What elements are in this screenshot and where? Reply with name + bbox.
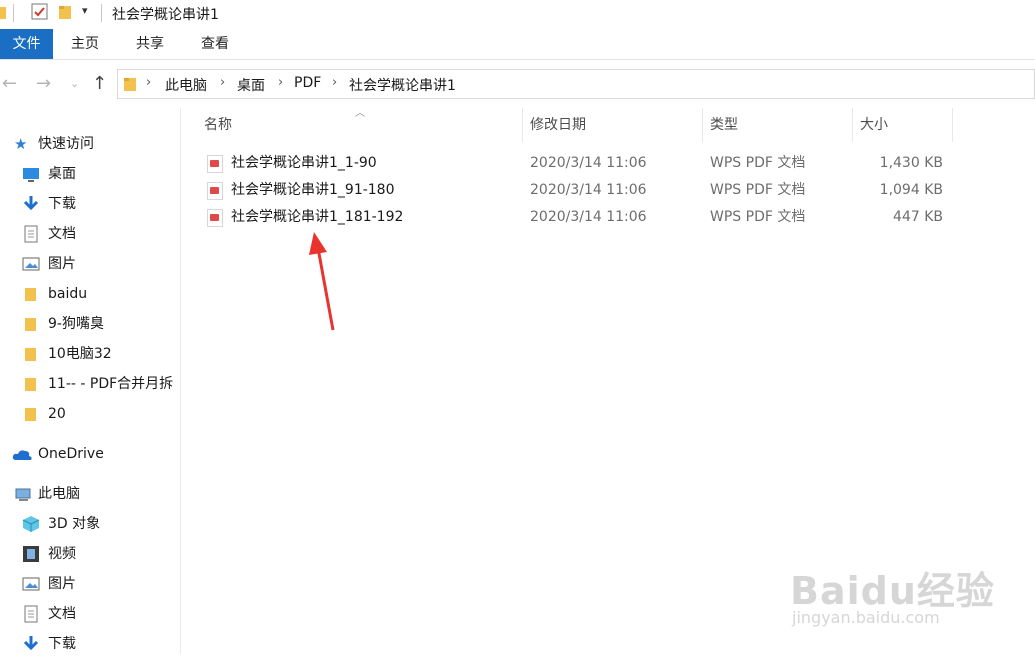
- nav-item-documents[interactable]: 文档 📌: [22, 222, 180, 246]
- computer-icon: [15, 488, 31, 501]
- forward-arrow-icon[interactable]: →: [36, 73, 51, 94]
- column-divider[interactable]: [852, 108, 853, 142]
- nav-item-3d-objects[interactable]: 3D 对象: [22, 512, 180, 536]
- folder-icon: [25, 348, 36, 361]
- nav-item-pc-documents[interactable]: 文档: [22, 602, 180, 626]
- folder-icon: [124, 78, 136, 91]
- tab-share[interactable]: 共享: [127, 29, 173, 59]
- window-title: 社会学概论串讲1: [112, 7, 219, 23]
- file-row[interactable]: 社会学概论串讲1_91-180 2020/3/14 11:06 WPS PDF …: [201, 177, 961, 203]
- nav-onedrive[interactable]: OneDrive: [12, 442, 178, 466]
- nav-item-folder-11[interactable]: 11-- - PDF合并月拆: [22, 372, 180, 396]
- file-type: WPS PDF 文档: [710, 155, 806, 171]
- folder-icon: [25, 288, 36, 301]
- chevron-right-icon[interactable]: ›: [146, 75, 151, 90]
- new-folder-icon[interactable]: [58, 3, 74, 21]
- folder-icon: [25, 408, 36, 421]
- nav-item-folder-9[interactable]: 9-狗嘴臭: [22, 312, 180, 336]
- nav-item-videos[interactable]: 视频: [22, 542, 180, 566]
- desktop-icon: [23, 168, 39, 182]
- download-arrow-icon: [23, 196, 39, 211]
- nav-item-pictures[interactable]: 图片 📌: [22, 252, 180, 276]
- pdf-file-icon: [207, 182, 223, 200]
- nav-item-folder-20[interactable]: 20: [22, 402, 180, 426]
- file-size: 1,430 KB: [879, 155, 943, 171]
- file-name[interactable]: 社会学概论串讲1_181-192: [231, 204, 403, 230]
- star-icon: ★: [14, 135, 28, 153]
- chevron-right-icon[interactable]: ›: [332, 75, 337, 90]
- file-size: 447 KB: [893, 209, 943, 225]
- breadcrumb-desktop[interactable]: 桌面: [237, 75, 265, 95]
- annotation-arrow-icon: [309, 232, 335, 331]
- breadcrumb-this-pc[interactable]: 此电脑: [165, 75, 207, 95]
- nav-this-pc[interactable]: 此电脑: [14, 482, 178, 506]
- column-header-modified[interactable]: 修改日期: [530, 108, 700, 142]
- nav-item-baidu[interactable]: baidu 📌: [22, 282, 180, 306]
- chevron-right-icon[interactable]: ›: [220, 75, 225, 90]
- title-bar: ▾ 社会学概论串讲1: [0, 0, 1035, 27]
- column-header-name[interactable]: 名称: [204, 108, 514, 142]
- file-size: 1,094 KB: [879, 182, 943, 198]
- file-row[interactable]: 社会学概论串讲1_1-90 2020/3/14 11:06 WPS PDF 文档…: [201, 150, 961, 176]
- pictures-icon: [22, 257, 40, 271]
- properties-check-icon[interactable]: [31, 3, 49, 21]
- column-header-size[interactable]: 大小: [860, 108, 950, 142]
- column-divider[interactable]: [702, 108, 703, 142]
- cloud-icon: [12, 450, 32, 460]
- file-type: WPS PDF 文档: [710, 209, 806, 225]
- nav-item-pc-pictures[interactable]: 图片: [22, 572, 180, 596]
- pdf-file-icon: [207, 155, 223, 173]
- back-arrow-icon[interactable]: ←: [2, 73, 17, 94]
- folder-icon: [0, 7, 6, 19]
- watermark-url: jingyan.baidu.com: [792, 608, 940, 627]
- nav-item-pc-downloads[interactable]: 下载: [22, 632, 180, 656]
- navigation-pane: ★ 快速访问 桌面 📌 下载 📌 文档 📌 图片 📌 baidu 📌 9-狗嘴臭…: [0, 108, 181, 654]
- nav-quick-access[interactable]: ★ 快速访问: [14, 132, 174, 156]
- pdf-file-icon: [207, 209, 223, 227]
- file-type: WPS PDF 文档: [710, 182, 806, 198]
- nav-item-desktop[interactable]: 桌面 📌: [22, 162, 180, 186]
- download-arrow-icon: [23, 636, 39, 651]
- divider: [13, 4, 14, 22]
- film-icon: [23, 546, 39, 562]
- breadcrumb-pdf[interactable]: PDF: [294, 75, 321, 91]
- up-arrow-icon[interactable]: ↑: [92, 73, 107, 94]
- ribbon-tabs: 文件 主页 共享 查看: [0, 29, 1035, 60]
- file-modified: 2020/3/14 11:06: [530, 155, 647, 171]
- file-name[interactable]: 社会学概论串讲1_1-90: [231, 150, 377, 176]
- file-modified: 2020/3/14 11:06: [530, 209, 647, 225]
- column-header-type[interactable]: 类型: [710, 108, 850, 142]
- folder-icon: [25, 318, 36, 331]
- file-name[interactable]: 社会学概论串讲1_91-180: [231, 177, 395, 203]
- divider: [101, 4, 102, 22]
- column-divider[interactable]: [952, 108, 953, 142]
- file-modified: 2020/3/14 11:06: [530, 182, 647, 198]
- file-row[interactable]: 社会学概论串讲1_181-192 2020/3/14 11:06 WPS PDF…: [201, 204, 961, 230]
- chevron-right-icon[interactable]: ›: [278, 75, 283, 90]
- tab-file[interactable]: 文件: [0, 29, 53, 59]
- cube-3d-icon: [22, 516, 40, 532]
- address-bar[interactable]: › 此电脑 › 桌面 › PDF › 社会学概论串讲1: [117, 69, 1035, 99]
- tab-home[interactable]: 主页: [62, 29, 108, 59]
- watermark-logo: Baidu经验: [790, 569, 995, 613]
- recent-locations-dropdown[interactable]: ⌄: [70, 77, 79, 90]
- document-icon: [24, 225, 38, 243]
- document-icon: [24, 605, 38, 623]
- customize-toolbar-dropdown[interactable]: ▾: [82, 4, 88, 17]
- nav-item-folder-10[interactable]: 10电脑32: [22, 342, 180, 366]
- folder-icon: [25, 378, 36, 391]
- breadcrumb-current-folder[interactable]: 社会学概论串讲1: [349, 75, 456, 95]
- nav-item-downloads[interactable]: 下载 📌: [22, 192, 180, 216]
- column-divider[interactable]: [522, 108, 523, 142]
- address-row: ← → ⌄ ↑ › 此电脑 › 桌面 › PDF › 社会学概论串讲1: [0, 66, 1035, 100]
- tab-view[interactable]: 查看: [192, 29, 238, 59]
- pictures-icon: [22, 577, 40, 591]
